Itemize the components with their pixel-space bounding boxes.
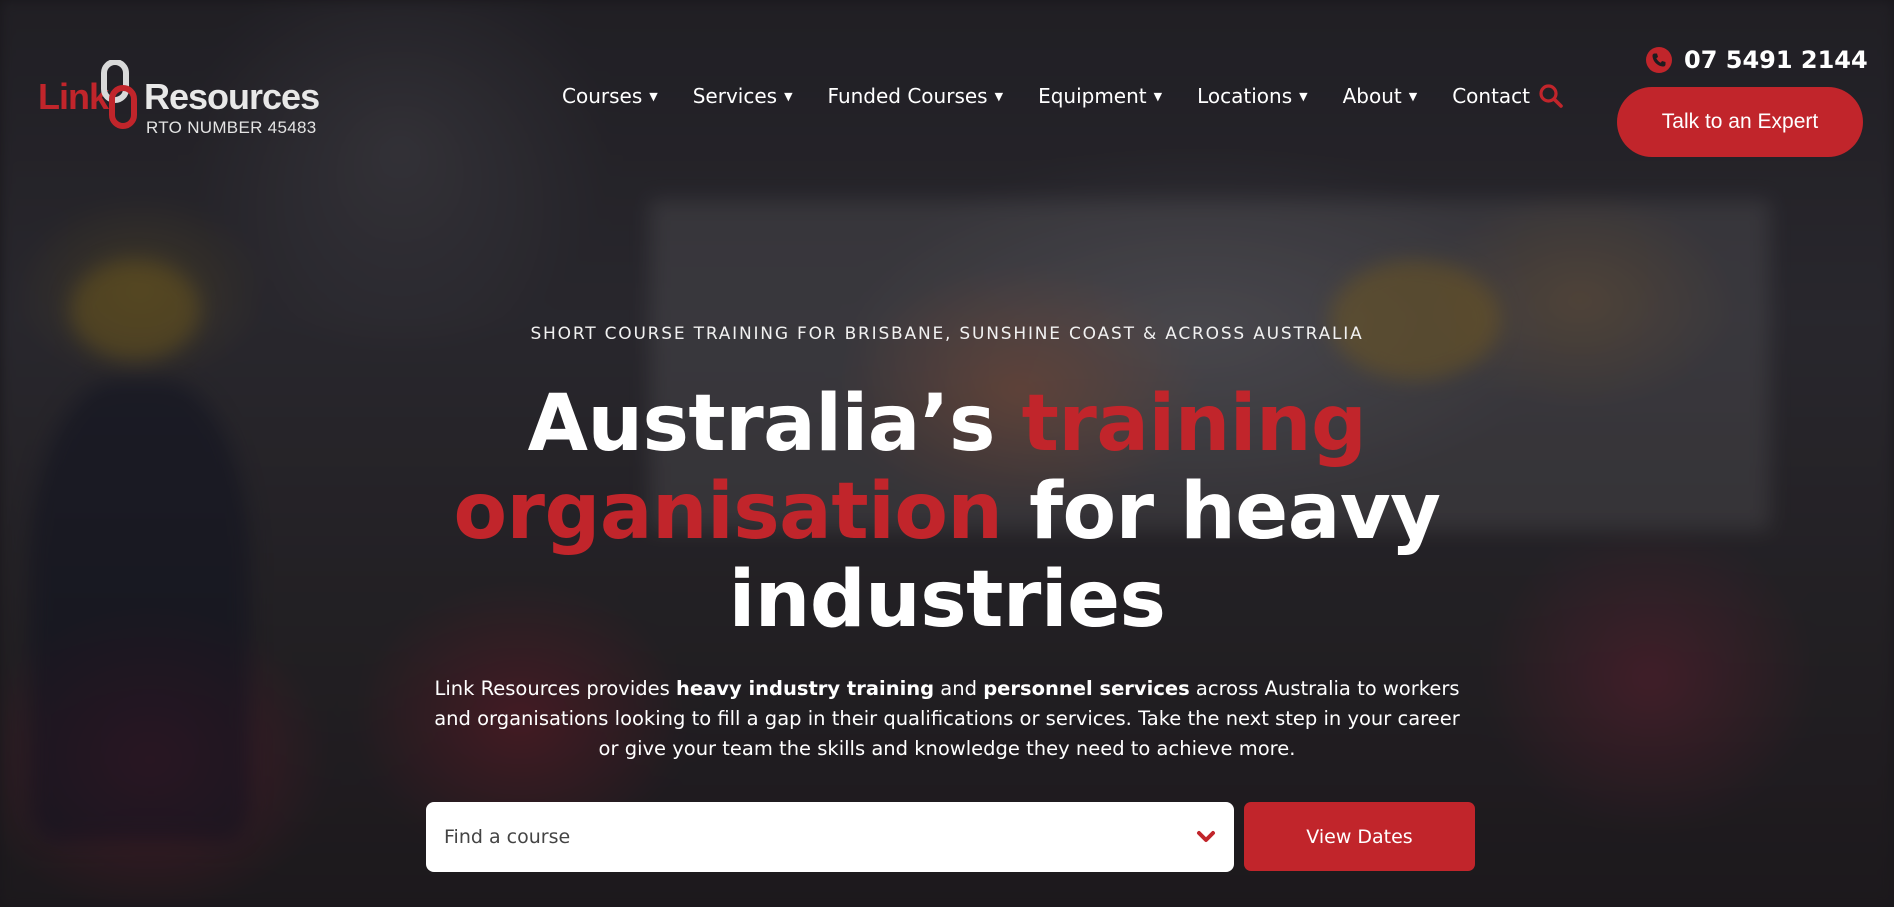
intro-text-1: Link Resources provides: [434, 677, 676, 700]
intro-text-2: and: [934, 677, 984, 700]
logo-resources-text: Resources: [144, 76, 320, 117]
caret-down-icon: ▼: [784, 89, 793, 103]
hero-kicker: SHORT COURSE TRAINING FOR BRISBANE, SUNS…: [530, 324, 1364, 344]
nav-item-courses[interactable]: Courses ▼: [562, 84, 658, 108]
caret-down-icon: ▼: [649, 89, 658, 103]
search-button[interactable]: [1538, 83, 1564, 109]
chevron-down-icon: [1197, 831, 1215, 842]
nav-item-label: Services: [692, 84, 778, 108]
nav-item-about[interactable]: About ▼: [1343, 84, 1418, 108]
nav-item-label: About: [1342, 84, 1402, 108]
phone-link[interactable]: 07 5491 2144: [1646, 46, 1868, 74]
nav-item-contact[interactable]: Contact: [1452, 84, 1530, 108]
nav-item-equipment[interactable]: Equipment ▼: [1038, 84, 1162, 108]
phone-number: 07 5491 2144: [1684, 46, 1868, 74]
search-icon: [1539, 84, 1563, 108]
caret-down-icon: ▼: [1299, 89, 1308, 103]
site-logo[interactable]: Link Resources RTO NUMBER 45483: [36, 58, 326, 148]
main-nav: Courses ▼ Services ▼ Funded Courses ▼ Eq…: [562, 84, 1530, 108]
nav-item-funded-courses[interactable]: Funded Courses ▼: [828, 84, 1004, 108]
nav-item-services[interactable]: Services ▼: [693, 84, 793, 108]
nav-item-locations[interactable]: Locations ▼: [1197, 84, 1307, 108]
caret-down-icon: ▼: [1408, 89, 1418, 103]
chain-link-icon: [101, 60, 137, 129]
nav-item-label: Equipment: [1038, 84, 1147, 108]
intro-bold-1: heavy industry training: [675, 677, 935, 700]
caret-down-icon: ▼: [1153, 89, 1163, 103]
intro-bold-2: personnel services: [983, 677, 1190, 700]
nav-item-label: Contact: [1452, 84, 1531, 108]
talk-to-expert-button[interactable]: Talk to an Expert: [1617, 87, 1863, 157]
hero-section: Link Resources RTO NUMBER 45483 Courses …: [0, 0, 1894, 907]
nav-item-label: Locations: [1197, 84, 1293, 108]
rto-number: RTO NUMBER 45483: [146, 118, 317, 137]
find-course-placeholder: Find a course: [444, 826, 571, 848]
nav-item-label: Funded Courses: [827, 84, 988, 108]
headline-part-1: Australia’s: [527, 379, 1022, 469]
find-course-select[interactable]: Find a course: [426, 802, 1234, 872]
phone-icon: [1646, 47, 1672, 73]
hero-intro: Link Resources provides heavy industry t…: [427, 674, 1467, 764]
hero-headline: Australia’s training organisation for he…: [447, 380, 1447, 644]
caret-down-icon: ▼: [994, 89, 1004, 103]
view-dates-button[interactable]: View Dates: [1244, 802, 1475, 871]
nav-item-label: Courses: [562, 84, 643, 108]
